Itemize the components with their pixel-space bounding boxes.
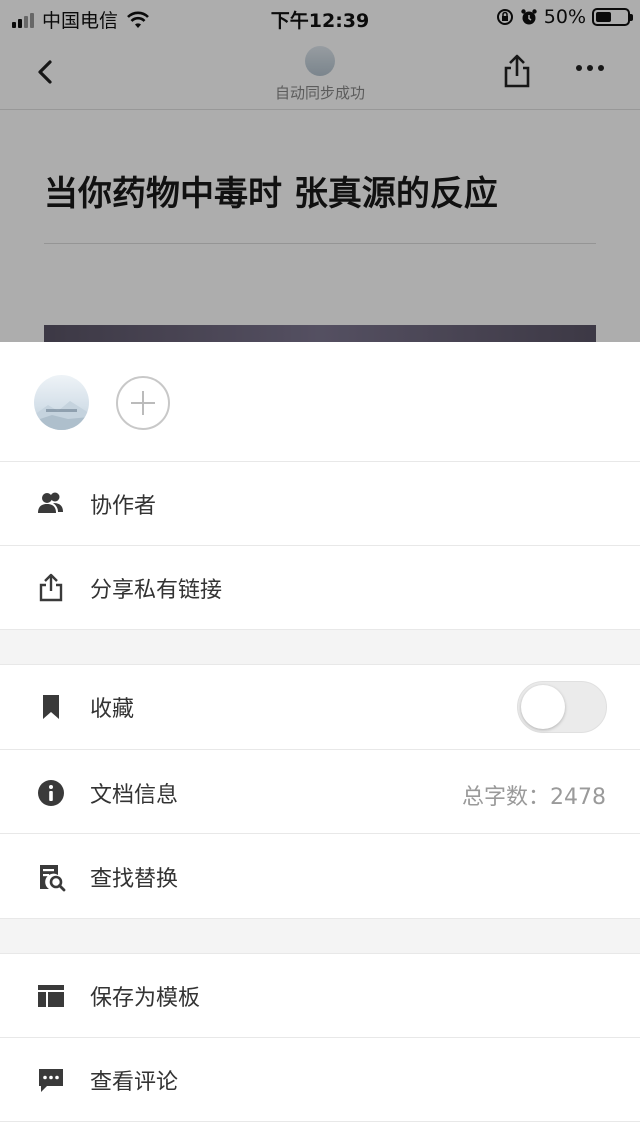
users-icon bbox=[38, 492, 63, 513]
find-replace-label: 查找替换 bbox=[90, 867, 179, 892]
section-gap bbox=[0, 919, 640, 954]
find-replace-item[interactable]: 查找替换 bbox=[0, 834, 640, 918]
save-as-template-label: 保存为模板 bbox=[90, 986, 201, 1011]
toggle-knob bbox=[521, 685, 565, 729]
word-count: 总字数：2478 bbox=[462, 779, 606, 811]
favorite-item[interactable]: 收藏 bbox=[0, 665, 640, 749]
collaborators-item[interactable]: 协作者 bbox=[0, 462, 640, 546]
bookmark-icon bbox=[43, 695, 59, 719]
info-icon bbox=[38, 780, 64, 806]
template-icon bbox=[38, 985, 64, 1007]
avatar[interactable] bbox=[34, 375, 89, 430]
add-collaborator-button[interactable] bbox=[116, 376, 170, 430]
favorite-label: 收藏 bbox=[90, 697, 135, 722]
dim-overlay[interactable] bbox=[0, 0, 640, 342]
divider bbox=[0, 629, 640, 630]
share-icon bbox=[39, 573, 63, 602]
comment-icon bbox=[39, 1069, 63, 1092]
find-document-icon bbox=[40, 865, 66, 892]
divider bbox=[0, 1121, 640, 1122]
section-gap bbox=[0, 630, 640, 665]
word-count-label: 总字数： bbox=[461, 785, 550, 810]
collaborator-avatars bbox=[0, 342, 640, 462]
share-private-link-label: 分享私有链接 bbox=[90, 578, 223, 603]
more-options-sheet: 协作者 分享私有链接 收藏 文档信息 总字数：2478 查找替换 保存为模板 查… bbox=[0, 342, 640, 1139]
share-private-link-item[interactable]: 分享私有链接 bbox=[0, 546, 640, 630]
favorite-toggle[interactable] bbox=[517, 681, 607, 733]
document-info-label: 文档信息 bbox=[90, 783, 179, 808]
document-info-item[interactable]: 文档信息 总字数：2478 bbox=[0, 750, 640, 834]
divider bbox=[0, 918, 640, 919]
save-as-template-item[interactable]: 保存为模板 bbox=[0, 954, 640, 1037]
view-comments-label: 查看评论 bbox=[90, 1070, 179, 1095]
word-count-value: 2478 bbox=[550, 785, 606, 810]
collaborators-label: 协作者 bbox=[90, 494, 157, 519]
view-comments-item[interactable]: 查看评论 bbox=[0, 1038, 640, 1121]
